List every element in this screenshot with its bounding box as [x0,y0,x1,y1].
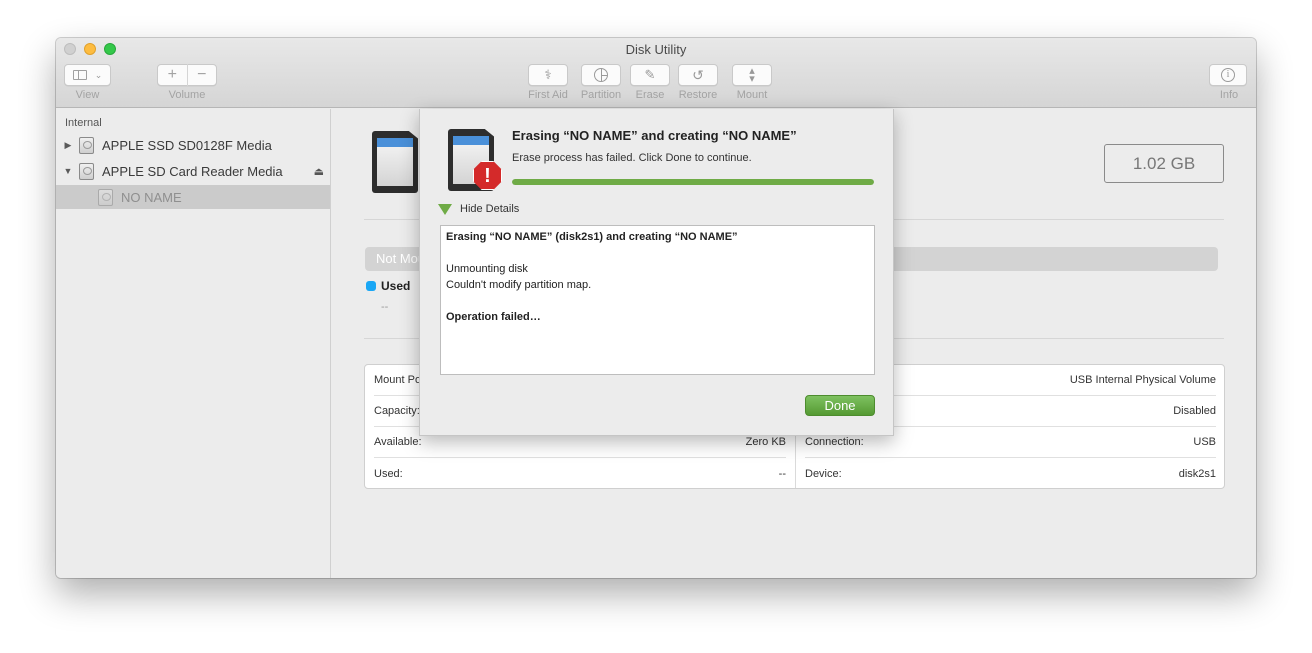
volume-icon [98,188,113,206]
mount-button[interactable]: ▴ ▾ [732,64,772,86]
info-row-used: Used: -- [374,458,786,489]
volume-segmented-control: + − [157,64,217,86]
log-line: Couldn't modify partition map. [446,279,592,291]
sd-card-icon [372,131,418,193]
sidebar-item-label: APPLE SD Card Reader Media [102,163,283,179]
info-value: -- [778,467,786,480]
log-result: Operation failed… [446,311,541,323]
view-button[interactable]: ⌄ [64,64,111,86]
restore-button[interactable]: ↺ [678,64,718,86]
alert-stop-icon: ! [473,161,502,190]
info-label: Available: [374,436,422,448]
sidebar-item-label: APPLE SSD SD0128F Media [102,137,272,153]
info-control: i Info [1209,64,1249,101]
info-value: Disabled [1173,405,1216,417]
disclosure-triangle-icon [438,203,452,215]
disclosure-triangle-expanded[interactable]: ▼ [61,166,75,176]
info-value: USB Internal Physical Volume [1069,374,1216,386]
mount-control: ▴ ▾ Mount [732,64,772,101]
volume-control: + − Volume [157,64,217,101]
info-value: Zero KB [745,436,786,448]
erase-button[interactable]: ✎ [630,64,670,86]
sidebar-section-internal: Internal [65,117,102,129]
add-volume-button[interactable]: + [158,65,187,85]
hide-details-label: Hide Details [460,203,520,215]
done-button[interactable]: Done [805,395,875,416]
progress-fill [512,179,874,185]
partition-button[interactable] [581,64,621,86]
title-bar: Disk Utility ⌄ View + − Volume ⚕ First A… [56,38,1256,108]
partition-label: Partition [580,89,622,101]
details-log[interactable]: Erasing “NO NAME” (disk2s1) and creating… [440,225,875,375]
info-icon: i [1221,68,1235,82]
info-row-device: Device: disk2s1 [805,458,1216,489]
log-heading: Erasing “NO NAME” (disk2s1) and creating… [446,231,738,243]
pie-chart-icon [594,68,608,82]
info-button[interactable]: i [1209,64,1247,86]
partition-control: Partition [581,64,621,101]
sidebar-item-sd-card-reader[interactable]: ▼ APPLE SD Card Reader Media ⏏ [56,159,330,183]
mount-icon: ▴ ▾ [749,65,755,85]
info-value: USB [1193,436,1216,448]
hide-details-toggle[interactable]: Hide Details [438,203,519,215]
used-legend-value: -- [381,301,389,313]
remove-volume-button[interactable]: − [188,65,217,85]
info-label: Capacity: [374,405,420,417]
mount-label: Mount [736,89,768,101]
info-value: disk2s1 [1178,467,1216,480]
first-aid-label: First Aid [528,89,568,101]
sidebar-item-ssd[interactable]: ▶ APPLE SSD SD0128F Media [56,133,330,157]
sidebar-icon [72,70,87,80]
sidebar: Internal ▶ APPLE SSD SD0128F Media ▼ APP… [56,109,331,578]
sidebar-item-label: NO NAME [121,189,182,205]
erase-progress-bar [512,179,874,185]
restore-icon: ↺ [692,66,704,83]
info-label: Info [1219,89,1239,101]
restore-label: Restore [678,89,718,101]
info-label: Device: [805,467,842,480]
first-aid-button[interactable]: ⚕ [528,64,568,86]
sheet-message: Erase process has failed. Click Done to … [512,152,752,164]
used-legend-label: Used [381,279,411,293]
info-label: Connection: [805,436,864,448]
restore-control: ↺ Restore [678,64,718,101]
erase-label: Erase [635,89,665,101]
sheet-title: Erasing “NO NAME” and creating “NO NAME” [512,128,797,143]
first-aid-control: ⚕ First Aid [526,64,570,101]
chevron-down-icon: ⌄ [94,69,103,80]
log-line: Unmounting disk [446,263,528,275]
hard-disk-icon [79,162,94,180]
erase-icon: ✎ [644,67,656,82]
window-title: Disk Utility [625,42,687,57]
used-legend-swatch [366,281,376,291]
disclosure-triangle-collapsed[interactable]: ▶ [61,140,75,151]
capacity-display: 1.02 GB [1104,144,1224,183]
hard-disk-icon [79,136,94,154]
view-control: ⌄ View [64,64,111,101]
erase-control: ✎ Erase [630,64,670,101]
stethoscope-icon: ⚕ [544,67,552,82]
erase-progress-sheet: ! Erasing “NO NAME” and creating “NO NAM… [419,109,894,436]
info-label: Used: [374,467,403,480]
eject-icon[interactable]: ⏏ [314,165,324,178]
volume-label: Volume [168,89,206,101]
sidebar-item-no-name[interactable]: NO NAME [56,185,330,209]
view-label: View [75,89,100,101]
